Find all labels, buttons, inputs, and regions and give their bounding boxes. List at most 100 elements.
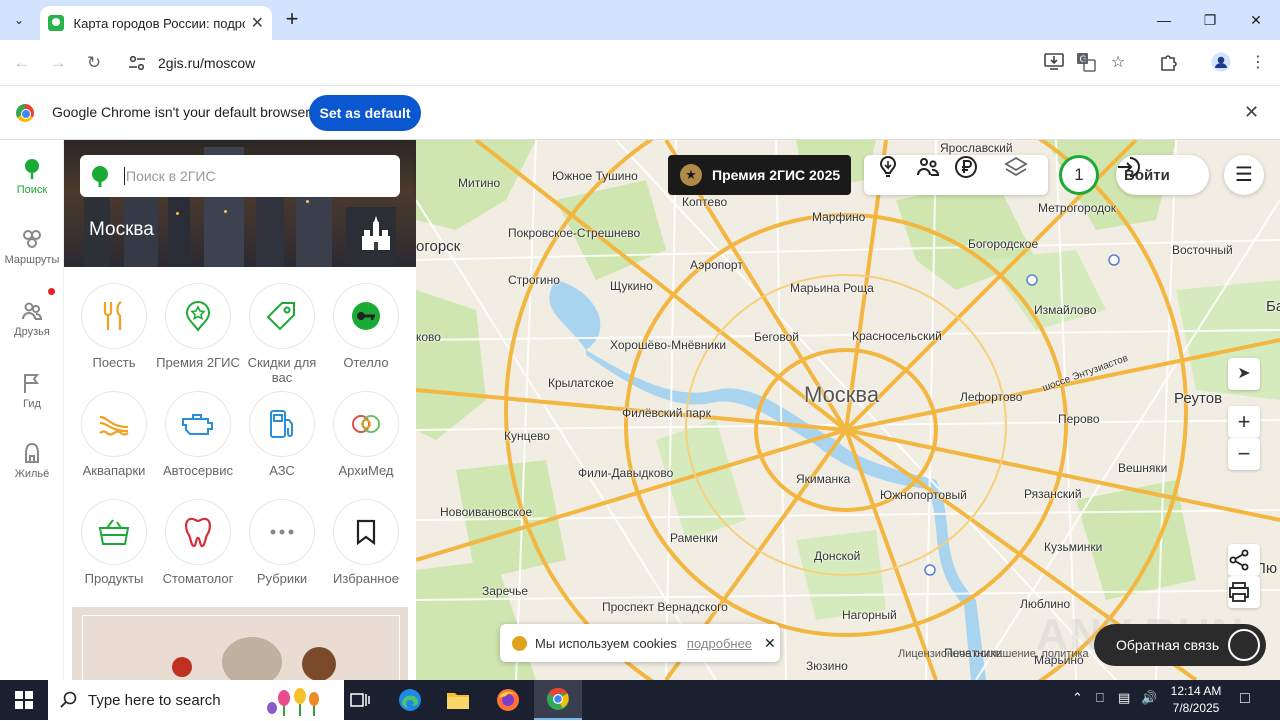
premium-label: Премия 2ГИС 2025: [712, 167, 841, 183]
water-slide-icon: [99, 415, 129, 436]
system-clock[interactable]: 12:14 AM 7/8/2025: [1164, 683, 1228, 717]
category-fuel[interactable]: АЗС: [240, 391, 324, 478]
hamburger-menu-icon[interactable]: ☰: [1224, 155, 1264, 195]
volume-icon[interactable]: 🔊: [1141, 690, 1157, 706]
archimed-icon: [352, 415, 380, 433]
rail-item-guide[interactable]: Гид: [0, 372, 64, 410]
category-archimed[interactable]: АрхиМед: [324, 391, 408, 478]
tab-search-icon[interactable]: ⌄: [6, 8, 32, 32]
category-waterparks[interactable]: Аквапарки: [72, 391, 156, 478]
translate-icon[interactable]: G: [1075, 52, 1097, 74]
counter-badge[interactable]: 1: [1059, 155, 1099, 195]
map-label: Южнопортовый: [880, 488, 967, 502]
traffic-light-icon[interactable]: [876, 155, 900, 179]
login-button[interactable]: Войти: [1116, 155, 1209, 195]
feedback-button[interactable]: Обратная связь: [1094, 624, 1266, 666]
set-default-button[interactable]: Set as default: [309, 95, 421, 131]
category-label: Отелло: [343, 355, 389, 370]
rail-item-search[interactable]: Поиск: [0, 158, 64, 196]
layers-icon[interactable]: [1004, 155, 1028, 179]
new-tab-icon[interactable]: +: [280, 8, 304, 32]
map-label: Богородское: [968, 237, 1039, 251]
infobar-close-icon[interactable]: ✕: [1244, 102, 1259, 123]
rail-item-friends[interactable]: Друзья: [0, 288, 64, 338]
rail-label: Друзья: [14, 326, 50, 338]
cookie-close-icon[interactable]: ✕: [764, 635, 776, 652]
map-canvas[interactable]: Москва Реутов огорск Ярославский Южное Т…: [416, 140, 1280, 680]
network-icon[interactable]: ▤: [1118, 690, 1130, 706]
rail-label: Маршруты: [4, 254, 60, 266]
premium-2gis-button[interactable]: ★ Премия 2ГИС 2025: [668, 155, 851, 195]
city-hero-banner: Поиск в 2ГИС Москва: [64, 140, 416, 267]
edge-icon[interactable]: [386, 680, 434, 720]
tray-chevron-icon[interactable]: ⌃: [1072, 690, 1083, 706]
profile-icon[interactable]: [1210, 52, 1232, 74]
site-settings-icon[interactable]: [128, 55, 146, 71]
text-caret: [124, 167, 125, 185]
task-view-icon[interactable]: [336, 680, 384, 720]
zoom-in-icon[interactable]: +: [1228, 406, 1260, 438]
chrome-taskbar-icon[interactable]: [534, 680, 582, 720]
minimize-icon[interactable]: —: [1141, 6, 1187, 34]
firefox-icon[interactable]: [484, 680, 532, 720]
address-bar[interactable]: 2gis.ru/moscow: [118, 46, 1138, 80]
notifications-icon[interactable]: □: [1240, 690, 1250, 708]
tab-close-icon[interactable]: ✕: [251, 13, 264, 33]
search-icon: [60, 691, 77, 708]
login-icon: [1118, 157, 1140, 177]
map-label: Красносельский: [852, 329, 942, 343]
search-panel: Поиск в 2ГИС Москва Поесть Премия 2ГИС С…: [64, 140, 416, 680]
extensions-icon[interactable]: [1158, 52, 1180, 74]
engine-icon: [182, 414, 213, 435]
category-otello[interactable]: Отелло: [324, 283, 408, 370]
bookmark-icon: [356, 519, 376, 545]
category-food[interactable]: Поесть: [72, 283, 156, 370]
rail-item-routes[interactable]: Маршруты: [0, 228, 64, 266]
taskbar-search-input[interactable]: Type here to search: [48, 680, 344, 720]
category-autoservice[interactable]: Автосервис: [156, 391, 240, 478]
category-label: Рубрики: [256, 571, 308, 586]
category-favorites[interactable]: Избранное: [324, 499, 408, 586]
close-window-icon[interactable]: ✕: [1233, 6, 1279, 34]
cookie-more-link[interactable]: подробнее: [687, 636, 752, 651]
category-label: АЗС: [269, 463, 295, 478]
install-app-icon[interactable]: [1043, 52, 1065, 74]
map-label: Южное Тушино: [552, 169, 638, 183]
category-rubrics[interactable]: Рубрики: [240, 499, 324, 586]
forward-icon[interactable]: →: [45, 50, 71, 76]
ruble-icon[interactable]: [954, 155, 978, 179]
share-icon[interactable]: [1228, 544, 1260, 576]
promo-banner[interactable]: [72, 607, 408, 680]
chrome-menu-icon[interactable]: ⋮: [1247, 52, 1269, 74]
category-groceries[interactable]: Продукты: [72, 499, 156, 586]
category-award[interactable]: Премия 2ГИС: [156, 283, 240, 370]
map-label: Фили-Давыдково: [578, 466, 674, 480]
cookie-text: Мы используем cookies: [535, 635, 677, 651]
map-label: Крылатское: [548, 376, 614, 390]
back-icon[interactable]: ←: [9, 50, 35, 76]
active-tab[interactable]: Карта городов России: подроб ✕: [40, 6, 272, 40]
restore-icon[interactable]: ❐: [1187, 6, 1233, 34]
feedback-label: Обратная связь: [1116, 637, 1220, 653]
bookmark-star-icon[interactable]: ☆: [1107, 52, 1129, 74]
category-label: Аквапарки: [82, 463, 146, 478]
people-icon[interactable]: [916, 155, 940, 179]
map-label: Вешняки: [1118, 461, 1168, 475]
reload-icon[interactable]: ↻: [81, 50, 107, 76]
map-label: Аэропорт: [690, 258, 743, 272]
geolocation-icon[interactable]: ➤: [1228, 358, 1260, 390]
url-text: 2gis.ru/moscow: [158, 55, 256, 71]
map-label: Ярославский: [940, 141, 1013, 155]
map-label: Ба: [1266, 298, 1280, 315]
rail-item-housing[interactable]: Жильё: [0, 442, 64, 480]
windows-start-icon[interactable]: [0, 680, 48, 720]
category-dentist[interactable]: Стоматолог: [156, 499, 240, 586]
map-label: Марьина Роща: [790, 281, 874, 295]
search-input[interactable]: Поиск в 2ГИС: [80, 155, 400, 197]
zoom-out-icon[interactable]: −: [1228, 438, 1260, 470]
print-icon[interactable]: [1228, 576, 1260, 608]
security-tray-icon[interactable]: ⎕: [1096, 690, 1104, 706]
category-discounts[interactable]: Скидки для вас: [240, 283, 324, 385]
file-explorer-icon[interactable]: [434, 680, 482, 720]
map-label: Якиманка: [796, 472, 851, 486]
